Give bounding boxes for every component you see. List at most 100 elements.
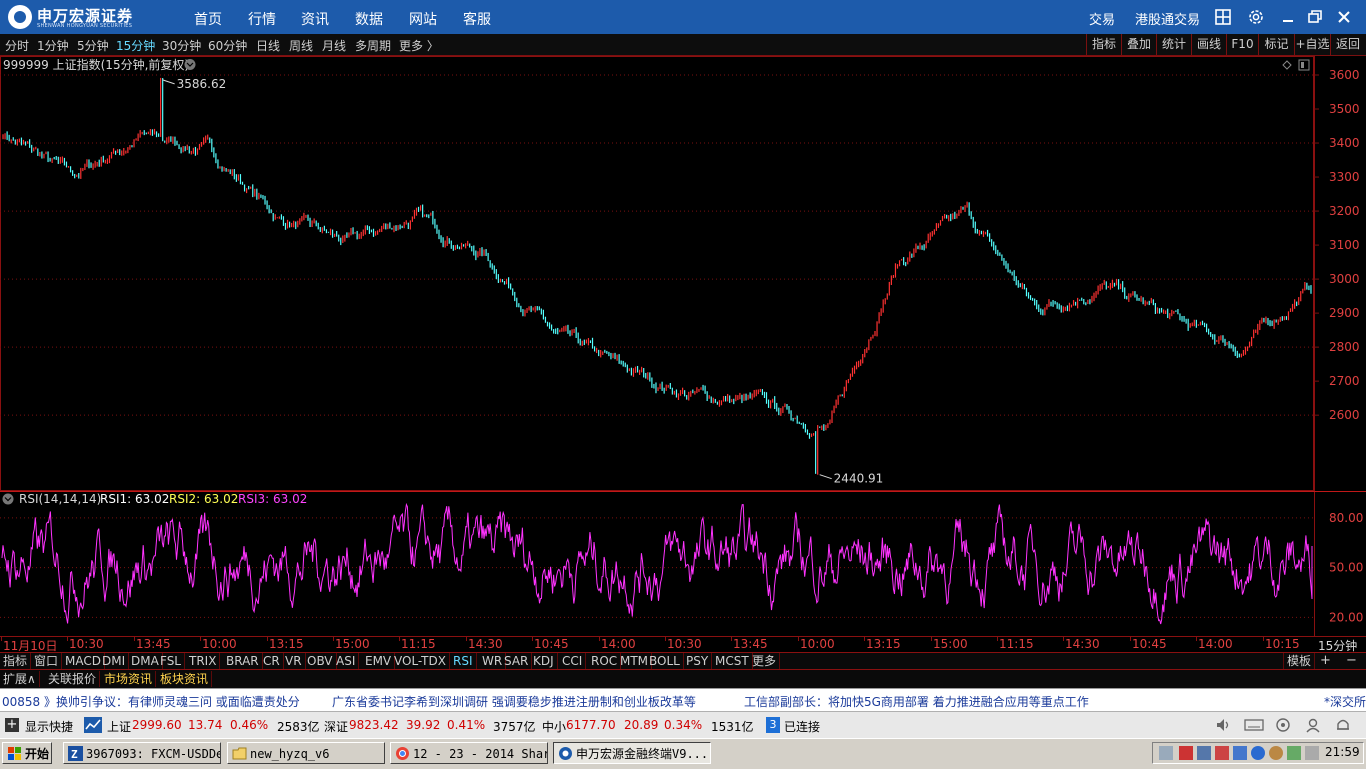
minimize-icon[interactable]	[1279, 8, 1297, 26]
sh-price: 2999.60	[132, 718, 182, 732]
period-1min[interactable]: 1分钟	[37, 37, 69, 54]
chart-trend-icon[interactable]	[84, 717, 102, 733]
ticker-item[interactable]: 工信部副部长：将加快5G商用部署 着力推进融合应用等重点工作	[744, 693, 1089, 710]
tool-draw[interactable]: 画线	[1191, 34, 1226, 55]
indicator-tab-指标[interactable]: 指标	[0, 653, 32, 670]
expand-plus-icon[interactable]: +	[5, 718, 19, 732]
minus-icon[interactable]: −	[1346, 653, 1357, 668]
task-fxcm[interactable]: Z 3967093: FXCM-USDDe...	[63, 742, 221, 764]
period-5min[interactable]: 5分钟	[77, 37, 109, 54]
tray-icon[interactable]	[1197, 746, 1211, 760]
tray-icon[interactable]	[1233, 746, 1247, 760]
indicator-tab-brar[interactable]: BRAR	[223, 653, 263, 670]
indicator-tab-mcst[interactable]: MCST	[712, 653, 753, 670]
indicator-tab-kdj[interactable]: KDJ	[530, 653, 558, 670]
indicator-tab-rsi[interactable]: RSI	[450, 653, 477, 670]
close-icon[interactable]	[1335, 8, 1353, 26]
indicator-tab-cci[interactable]: CCI	[559, 653, 587, 670]
indicator-tab-vol-tdx[interactable]: VOL-TDX	[391, 653, 450, 670]
period-intraday[interactable]: 分时	[5, 37, 29, 54]
ticker-item[interactable]: 广东省委书记李希到深圳调研 强调要稳步推进注册制和创业板改革等	[332, 693, 696, 710]
status-bar: + 显示快捷 上证 2999.60 13.74 0.46% 2583亿 深证 9…	[0, 711, 1366, 739]
brand-logo[interactable]: 申万宏源证券 SHENWAN HONGYUAN SECURITIES	[8, 4, 138, 30]
date-tick-mark	[599, 637, 600, 641]
tray-icon[interactable]	[1179, 746, 1193, 760]
task-browser[interactable]: 12 - 23 - 2014 Shar...	[390, 742, 548, 764]
speaker-icon[interactable]	[1215, 717, 1233, 733]
indicator-tab-boll[interactable]: BOLL	[646, 653, 684, 670]
indicator-tab-asi[interactable]: ASI	[333, 653, 360, 670]
zx-name: 中小	[542, 720, 567, 734]
panel-menu-icon[interactable]	[1298, 59, 1310, 71]
subtab-expand[interactable]: 扩展∧	[0, 671, 40, 687]
price-tick-label: 3500	[1329, 102, 1360, 116]
diamond-icon[interactable]	[1282, 60, 1292, 70]
nav-quotes[interactable]: 行情	[248, 9, 276, 29]
subtab-sector-news[interactable]: 板块资讯	[157, 671, 213, 687]
grid-icon[interactable]	[1214, 8, 1232, 26]
tool-mark[interactable]: 标记	[1258, 34, 1294, 55]
date-tick-label: 10:00	[202, 637, 237, 651]
nav-news[interactable]: 资讯	[301, 9, 329, 29]
subtab-market-news[interactable]: 市场资讯	[101, 671, 157, 687]
bell-icon[interactable]	[1334, 717, 1352, 733]
connection-status[interactable]: 已连接	[784, 718, 820, 735]
tool-back[interactable]: 返回	[1330, 34, 1365, 55]
tray-icon[interactable]	[1287, 746, 1301, 760]
add-icon[interactable]: +	[1320, 653, 1331, 668]
tool-f10[interactable]: F10	[1226, 34, 1258, 55]
date-tick-label: 11:15	[401, 637, 436, 651]
indicator-tab-vr[interactable]: VR	[282, 653, 306, 670]
period-weekly[interactable]: 周线	[289, 37, 313, 54]
period-60min[interactable]: 60分钟	[208, 37, 247, 54]
gear-icon[interactable]	[1247, 8, 1265, 26]
tray-icon[interactable]	[1159, 746, 1173, 760]
subtab-related-quotes[interactable]: 关联报价	[45, 671, 101, 687]
template-button[interactable]: 模板	[1283, 653, 1316, 670]
hk-connect-link[interactable]: 港股通交易	[1135, 9, 1200, 28]
chart-area[interactable]: 2600 2700 2800 2900 3000 3100 3200 3300 3400 3500…	[0, 56, 1366, 636]
network-icon[interactable]	[1305, 746, 1319, 760]
rsi-line[interactable]	[1, 502, 1313, 625]
tool-indicator[interactable]: 指标	[1086, 34, 1121, 55]
period-daily[interactable]: 日线	[256, 37, 280, 54]
tray-icon[interactable]	[1269, 746, 1283, 760]
indicator-tab-dmi[interactable]: DMI	[99, 653, 130, 670]
period-multi[interactable]: 多周期	[355, 37, 391, 54]
shortcut-toggle[interactable]: 显示快捷	[25, 718, 73, 735]
period-monthly[interactable]: 月线	[322, 37, 346, 54]
nav-service[interactable]: 客服	[463, 9, 491, 29]
period-30min[interactable]: 30分钟	[162, 37, 201, 54]
indicator-tab-psy[interactable]: PSY	[683, 653, 713, 670]
message-icon[interactable]	[1274, 717, 1292, 733]
indicator-tab-obv[interactable]: OBV	[304, 653, 337, 670]
zx-price: 6177.70	[566, 718, 616, 732]
bluetooth-icon[interactable]	[1251, 746, 1265, 760]
title-dropdown-icon[interactable]	[184, 59, 196, 70]
period-more[interactable]: 更多 〉	[399, 37, 439, 54]
start-button[interactable]: 开始	[2, 742, 52, 764]
rsi-dropdown-icon[interactable]	[2, 493, 14, 505]
task-terminal[interactable]: 申万宏源金融终端V9....	[553, 742, 711, 764]
task-folder[interactable]: new_hyzq_v6	[227, 742, 385, 764]
tool-overlay[interactable]: 叠加	[1121, 34, 1156, 55]
indicator-tab-更多[interactable]: 更多	[749, 653, 781, 670]
tool-stats[interactable]: 统计	[1156, 34, 1191, 55]
nav-website[interactable]: 网站	[409, 9, 437, 29]
ticker-item[interactable]: *深交所	[1324, 693, 1366, 710]
indicator-tab-窗口[interactable]: 窗口	[31, 653, 63, 670]
indicator-tab-trix[interactable]: TRIX	[186, 653, 221, 670]
period-15min[interactable]: 15分钟	[116, 37, 155, 54]
indicator-tab-sar[interactable]: SAR	[501, 653, 533, 670]
restore-icon[interactable]	[1306, 8, 1324, 26]
indicator-tab-cr[interactable]: CR	[260, 653, 284, 670]
keyboard-icon[interactable]	[1244, 717, 1264, 733]
trade-link[interactable]: 交易	[1089, 9, 1115, 28]
nav-home[interactable]: 首页	[194, 9, 222, 29]
nav-data[interactable]: 数据	[355, 9, 383, 29]
contact-icon[interactable]	[1304, 717, 1322, 733]
tray-icon[interactable]	[1215, 746, 1229, 760]
indicator-tab-fsl[interactable]: FSL	[157, 653, 185, 670]
ticker-item[interactable]: 00858 》换帅引争议：有律师灵魂三问 或面临遭责处分	[2, 693, 300, 710]
tool-add-watch[interactable]: +自选	[1294, 34, 1330, 55]
